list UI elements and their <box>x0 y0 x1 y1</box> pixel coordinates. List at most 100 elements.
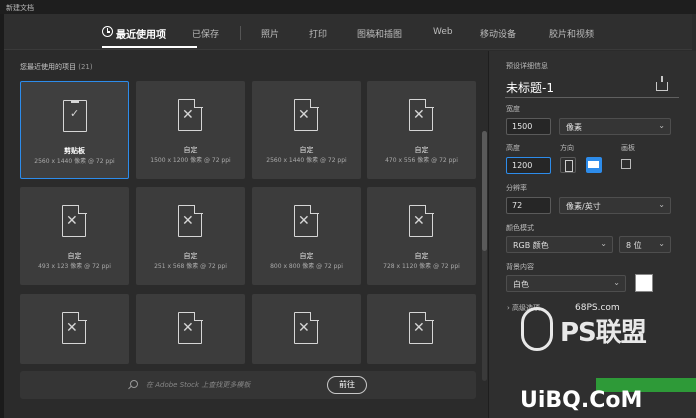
save-preset-icon[interactable] <box>656 76 668 91</box>
tab-mobile[interactable]: 移动设备 <box>480 27 516 40</box>
card-dims: 2560 x 1440 像素 @ 72 ppi <box>266 157 347 164</box>
preset-details-panel: 预设详细信息 未标题-1 宽度 1500 像素 ⌄ 高度 方向 画板 1200 … <box>488 51 692 418</box>
name-underline <box>505 97 679 98</box>
color-mode-label: 颜色模式 <box>506 224 534 232</box>
preset-card[interactable]: ✕ 自定 493 x 123 像素 @ 72 ppi <box>20 187 129 285</box>
tab-film-video[interactable]: 胶片和视频 <box>549 27 594 40</box>
clock-icon <box>102 26 113 37</box>
active-tab-indicator <box>102 46 197 48</box>
resolution-input[interactable]: 72 <box>506 197 551 214</box>
document-icon: ✕ <box>178 204 203 237</box>
card-name: 自定 <box>414 252 429 260</box>
preset-card[interactable]: ✕ 自定 800 x 800 像素 @ 72 ppi <box>252 187 361 285</box>
document-icon: ✕ <box>294 311 319 344</box>
recent-section-title: 您最近使用的项目 (21) <box>20 62 93 72</box>
recent-count: (21) <box>78 63 93 71</box>
document-icon: ✕ <box>294 204 319 237</box>
preset-card[interactable]: ✕ <box>252 294 361 364</box>
preset-details-label: 预设详细信息 <box>506 62 548 70</box>
resolution-unit-value: 像素/英寸 <box>566 202 601 211</box>
document-icon: ✕ <box>409 204 434 237</box>
card-name: 剪贴板 <box>64 147 85 155</box>
card-dims: 1500 x 1200 像素 @ 72 ppi <box>150 157 231 164</box>
document-icon: ✕ <box>409 98 434 131</box>
recent-panel: 您最近使用的项目 (21) ✓ 剪贴板 2560 x 1440 像素 @ 72 … <box>4 51 488 418</box>
stock-search-bar[interactable]: 在 Adobe Stock 上查找更多模板 前往 <box>20 371 476 399</box>
chevron-down-icon: ⌄ <box>658 121 665 130</box>
document-icon: ✕ <box>178 311 203 344</box>
document-icon: ✕ <box>62 204 87 237</box>
chevron-down-icon: ⌄ <box>658 200 665 209</box>
preset-card[interactable]: ✕ <box>367 294 476 364</box>
landscape-orientation-button[interactable] <box>586 157 602 173</box>
watermark-brand: PS联盟 <box>560 318 647 348</box>
chevron-right-icon: › <box>507 304 510 312</box>
recent-title-text: 您最近使用的项目 <box>20 63 76 71</box>
watermark-bottom: UiBQ.CoM <box>520 388 643 413</box>
background-label: 背景内容 <box>506 263 534 271</box>
card-dims: 2560 x 1440 像素 @ 72 ppi <box>34 158 115 165</box>
card-dims: 728 x 1120 像素 @ 72 ppi <box>383 263 460 270</box>
height-input[interactable]: 1200 <box>506 157 551 174</box>
preset-card[interactable]: ✕ <box>136 294 245 364</box>
color-mode-value: RGB 颜色 <box>513 241 549 250</box>
stock-search-input[interactable]: 在 Adobe Stock 上查找更多模板 <box>146 380 250 390</box>
preset-card[interactable]: ✕ 自定 470 x 556 像素 @ 72 ppi <box>367 81 476 179</box>
chevron-down-icon: ⌄ <box>658 239 665 248</box>
preset-card[interactable]: ✓ 剪贴板 2560 x 1440 像素 @ 72 ppi <box>20 81 129 179</box>
width-unit-value: 像素 <box>566 123 582 132</box>
watermark-logo <box>521 307 553 351</box>
card-dims: 800 x 800 像素 @ 72 ppi <box>270 263 343 270</box>
artboard-label: 画板 <box>621 144 635 152</box>
card-name: 自定 <box>299 252 314 260</box>
card-dims: 493 x 123 像素 @ 72 ppi <box>38 263 111 270</box>
preset-card[interactable]: ✕ 自定 2560 x 1440 像素 @ 72 ppi <box>252 81 361 179</box>
portrait-orientation-button[interactable] <box>560 157 576 173</box>
card-name: 自定 <box>299 146 314 154</box>
tab-web[interactable]: Web <box>433 27 453 37</box>
card-dims: 470 x 556 像素 @ 72 ppi <box>385 157 458 164</box>
bit-depth-value: 8 位 <box>626 241 642 250</box>
card-dims: 251 x 568 像素 @ 72 ppi <box>154 263 227 270</box>
card-name: 自定 <box>414 146 429 154</box>
width-label: 宽度 <box>506 105 520 113</box>
bit-depth-select[interactable]: 8 位 ⌄ <box>619 236 671 253</box>
tab-photo[interactable]: 照片 <box>261 27 279 40</box>
document-icon: ✕ <box>178 98 203 131</box>
resolution-unit-select[interactable]: 像素/英寸 ⌄ <box>559 197 671 214</box>
document-icon: ✕ <box>409 311 434 344</box>
preset-card[interactable]: ✕ <box>20 294 129 364</box>
document-icon: ✕ <box>294 98 319 131</box>
background-value: 白色 <box>513 280 529 289</box>
category-tabs: 最近使用项 已保存 照片 打印 图稿和插图 Web 移动设备 胶片和视频 <box>4 14 692 50</box>
card-name: 自定 <box>183 146 198 154</box>
preset-card[interactable]: ✕ 自定 1500 x 1200 像素 @ 72 ppi <box>136 81 245 179</box>
card-name: 自定 <box>183 252 198 260</box>
tab-recent[interactable]: 最近使用项 <box>116 26 166 41</box>
document-name-input[interactable]: 未标题-1 <box>506 79 554 96</box>
document-icon: ✕ <box>62 311 87 344</box>
chevron-down-icon: ⌄ <box>600 239 607 248</box>
width-unit-select[interactable]: 像素 ⌄ <box>559 118 671 135</box>
color-mode-select[interactable]: RGB 颜色 ⌄ <box>506 236 613 253</box>
clipboard-doc-icon: ✓ <box>63 99 87 132</box>
background-select[interactable]: 白色 ⌄ <box>506 275 626 292</box>
scrollbar-thumb[interactable] <box>482 131 487 251</box>
search-icon <box>130 380 138 388</box>
preset-card[interactable]: ✕ 自定 251 x 568 像素 @ 72 ppi <box>136 187 245 285</box>
preset-card[interactable]: ✕ 自定 728 x 1120 像素 @ 72 ppi <box>367 187 476 285</box>
tab-art-illustration[interactable]: 图稿和插图 <box>357 27 402 40</box>
go-button[interactable]: 前往 <box>327 376 367 394</box>
artboard-checkbox[interactable] <box>621 159 631 169</box>
height-label: 高度 <box>506 144 520 152</box>
resolution-label: 分辨率 <box>506 184 527 192</box>
window-title: 新建文档 <box>0 0 696 14</box>
width-input[interactable]: 1500 <box>506 118 551 135</box>
tab-separator <box>240 26 241 40</box>
recent-scrollbar[interactable] <box>482 131 487 381</box>
chevron-down-icon: ⌄ <box>613 278 620 287</box>
tab-print[interactable]: 打印 <box>309 27 327 40</box>
background-color-swatch[interactable] <box>635 274 653 292</box>
tab-saved[interactable]: 已保存 <box>192 27 219 40</box>
orientation-label: 方向 <box>560 144 574 152</box>
